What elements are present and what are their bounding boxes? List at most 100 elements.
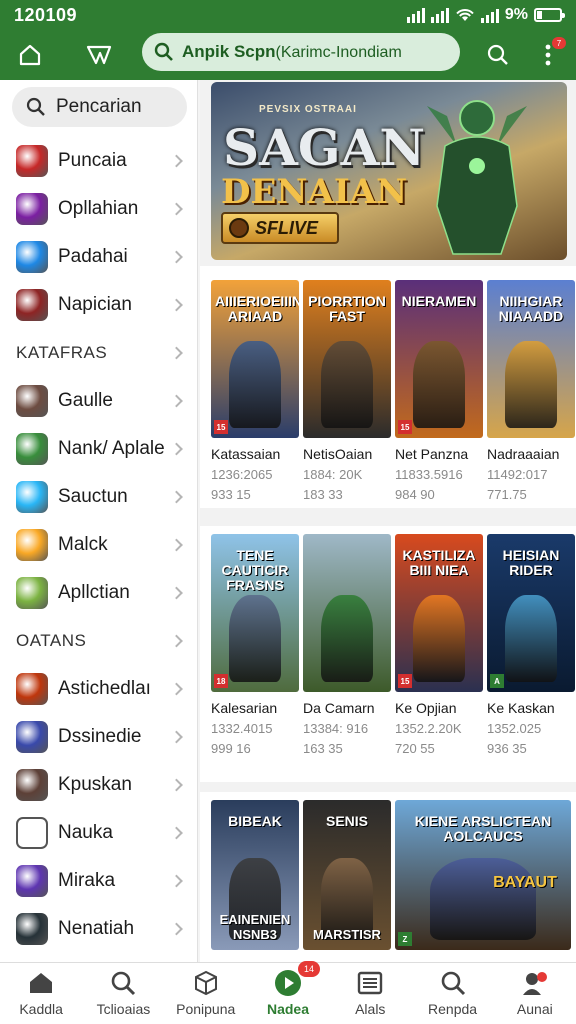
sidebar-item[interactable]: Nauka — [0, 809, 197, 857]
sidebar-item[interactable]: Napician — [0, 281, 197, 329]
sidebar-item[interactable]: Apllctian — [0, 569, 197, 617]
poster-title: SENIS — [325, 813, 368, 829]
game-card[interactable]: PIORRTION FAST NetisOaian 1884: 20K 183 33 — [303, 280, 391, 502]
brown-knight-app-icon — [16, 769, 48, 801]
poster-title: PIORRTION FAST — [308, 293, 386, 324]
sidebar-section-label: OATANS — [16, 631, 87, 650]
home-button[interactable] — [10, 35, 50, 75]
game-poster: BIBEAK EAINENIEN NSNB3 — [211, 800, 299, 950]
game-stat-secondary: 163 35 — [303, 741, 343, 756]
battery-icon — [534, 8, 565, 22]
sidebar-item[interactable]: Nank/ Aplale — [0, 425, 197, 473]
nav-item[interactable]: Tclioaias — [82, 963, 164, 1024]
game-poster: KIENE ARSLICTEAN AOLCAUCS BAYAUT Z — [395, 800, 571, 950]
sidebar-item[interactable]: Astichedlaı — [0, 665, 197, 713]
search-button[interactable] — [478, 35, 518, 75]
nav-item[interactable]: Aunai — [494, 963, 576, 1024]
sidebar-item-label: Gaulle — [58, 390, 113, 411]
banner-subtitle: DENAIAN — [221, 172, 408, 212]
game-card[interactable]: KASTILIZA BIII NIEA 15 Ke Opjian 1352.2.20K… — [395, 534, 483, 756]
anatomy-heart-app-icon — [16, 145, 48, 177]
chevron-right-icon — [170, 202, 183, 216]
bottom-navigation: Kaddla Tclioaias Ponipuna 14 Nadea Alals Renpd… — [0, 961, 576, 1024]
home-icon — [28, 969, 54, 997]
game-stat-primary: 1884: 20K — [303, 467, 363, 482]
store-logo-button[interactable] — [80, 35, 120, 75]
game-card[interactable]: NIIHGIAR NIAAADD Nadraaaian 11492:017 771.7… — [487, 280, 575, 502]
search-icon — [110, 969, 136, 997]
status-indicators: 9% — [406, 6, 565, 24]
game-stat-secondary: 720 55 — [395, 741, 435, 756]
nav-item[interactable]: Renpda — [411, 963, 493, 1024]
sidebar-item[interactable]: Sauctun — [0, 473, 197, 521]
top-toolbar: Anpik Scpn(Karimc-Inondiam 7 — [0, 30, 576, 80]
game-card[interactable]: NIERAMEN 15 Net Panzna 11833.5916 984 90 — [395, 280, 483, 502]
chevron-right-icon — [170, 730, 183, 744]
game-poster: NIIHGIAR NIAAADD — [487, 280, 575, 438]
poster-character — [320, 595, 374, 682]
game-stat-secondary: 936 35 — [487, 741, 527, 756]
game-stat-secondary: 183 33 — [303, 487, 343, 502]
chevron-right-icon — [170, 250, 183, 264]
nav-item[interactable]: Kaddla — [0, 963, 82, 1024]
search-icon — [154, 42, 173, 61]
game-card[interactable]: HEISIAN RIDER A Ke Kaskan 1352.025 936 35 — [487, 534, 575, 756]
sidebar-item[interactable]: Miraka — [0, 857, 197, 905]
chevron-right-icon — [170, 826, 183, 840]
banner-cta-button[interactable]: SFLIVE — [221, 212, 339, 244]
sidebar-item-label: Dssinedie — [58, 726, 142, 747]
nav-item[interactable]: Alals — [329, 963, 411, 1024]
game-card[interactable]: BIBEAK EAINENIEN NSNB3 — [211, 800, 299, 950]
game-stat-primary: 1352.2.20K — [395, 721, 462, 736]
sidebar-item[interactable]: Opllahian — [0, 185, 197, 233]
more-menu-button[interactable]: 7 — [528, 35, 568, 75]
game-card[interactable]: AIIIERIOEIIIN ARIAAD 15 Katassaian 1236:206… — [211, 280, 299, 502]
top-search-text: Anpik Scpn(Karimc-Inondiam — [182, 42, 402, 62]
sidebar-item[interactable]: Puncaia — [0, 137, 197, 185]
poster-bottom-title: MARSTISR — [313, 927, 381, 942]
game-name: Ke Opjian — [395, 700, 457, 716]
chevron-right-icon — [170, 922, 183, 936]
chevron-right-icon — [170, 154, 183, 168]
sidebar-item[interactable]: Nenatiah — [0, 905, 197, 953]
top-search-bar[interactable]: Anpik Scpn(Karimc-Inondiam — [142, 33, 460, 71]
game-name: Katassaian — [211, 446, 281, 462]
chevron-right-icon — [170, 682, 183, 696]
chevron-right-icon — [170, 634, 183, 648]
hero-app-icon — [16, 289, 48, 321]
poster-title-secondary: BAYAUT — [493, 874, 557, 891]
sidebar-item[interactable]: Malck — [0, 521, 197, 569]
poster-character — [412, 595, 466, 682]
poster-title: NIIHGIAR NIAAADD — [498, 293, 564, 324]
game-card[interactable]: TENE CAUTICIR FRASNS 18 Kalesarian 1332.401… — [211, 534, 299, 756]
featured-banner[interactable]: PEVSIX OSTRAAI SAGAN DENAIAN SFLIVE — [211, 82, 567, 260]
home-icon — [19, 44, 41, 66]
signal-icon — [406, 7, 425, 23]
game-card[interactable]: Da Camarn 13384: 916 163 35 — [303, 534, 391, 756]
game-card[interactable]: KIENE ARSLICTEAN AOLCAUCS BAYAUT Z — [395, 800, 571, 950]
pixel-app-icon — [16, 577, 48, 609]
sidebar-section-header[interactable]: OATANS — [0, 617, 197, 665]
sidebar-search[interactable]: Pencarian — [12, 87, 187, 127]
banner-title: SAGAN — [223, 118, 426, 177]
game-stat-primary: 1236:2065 — [211, 467, 273, 482]
sidebar-group-mid: Gaulle Nank/ Aplale Sauctun Malck Apllctian — [0, 377, 197, 617]
poster-character — [320, 341, 374, 428]
app-root: 120109 9% Anpik Scpn(Karimc-Inondiam 7 P… — [0, 0, 576, 1024]
sidebar-item[interactable]: Padahai — [0, 233, 197, 281]
nav-item[interactable]: Ponipuna — [165, 963, 247, 1024]
sidebar-item[interactable]: Kpuskan — [0, 761, 197, 809]
signal-icon-2 — [430, 7, 449, 23]
game-card[interactable]: SENIS MARSTISR — [303, 800, 391, 950]
nav-item[interactable]: 14 Nadea — [247, 961, 329, 1024]
poster-title: TENE CAUTICIR FRASNS — [221, 547, 289, 593]
sidebar-item[interactable]: Dssinedie — [0, 713, 197, 761]
nav-label: Renpda — [428, 1001, 478, 1017]
nav-label: Aunai — [516, 1001, 553, 1017]
top-search-query: Anpik Scpn — [182, 42, 276, 61]
nav-label: Alals — [355, 1001, 386, 1017]
sidebar-section-header[interactable]: KATAFRAS — [0, 329, 197, 377]
sidebar-item[interactable]: Gaulle — [0, 377, 197, 425]
chevron-right-icon — [170, 346, 183, 360]
chevron-right-icon — [170, 490, 183, 504]
